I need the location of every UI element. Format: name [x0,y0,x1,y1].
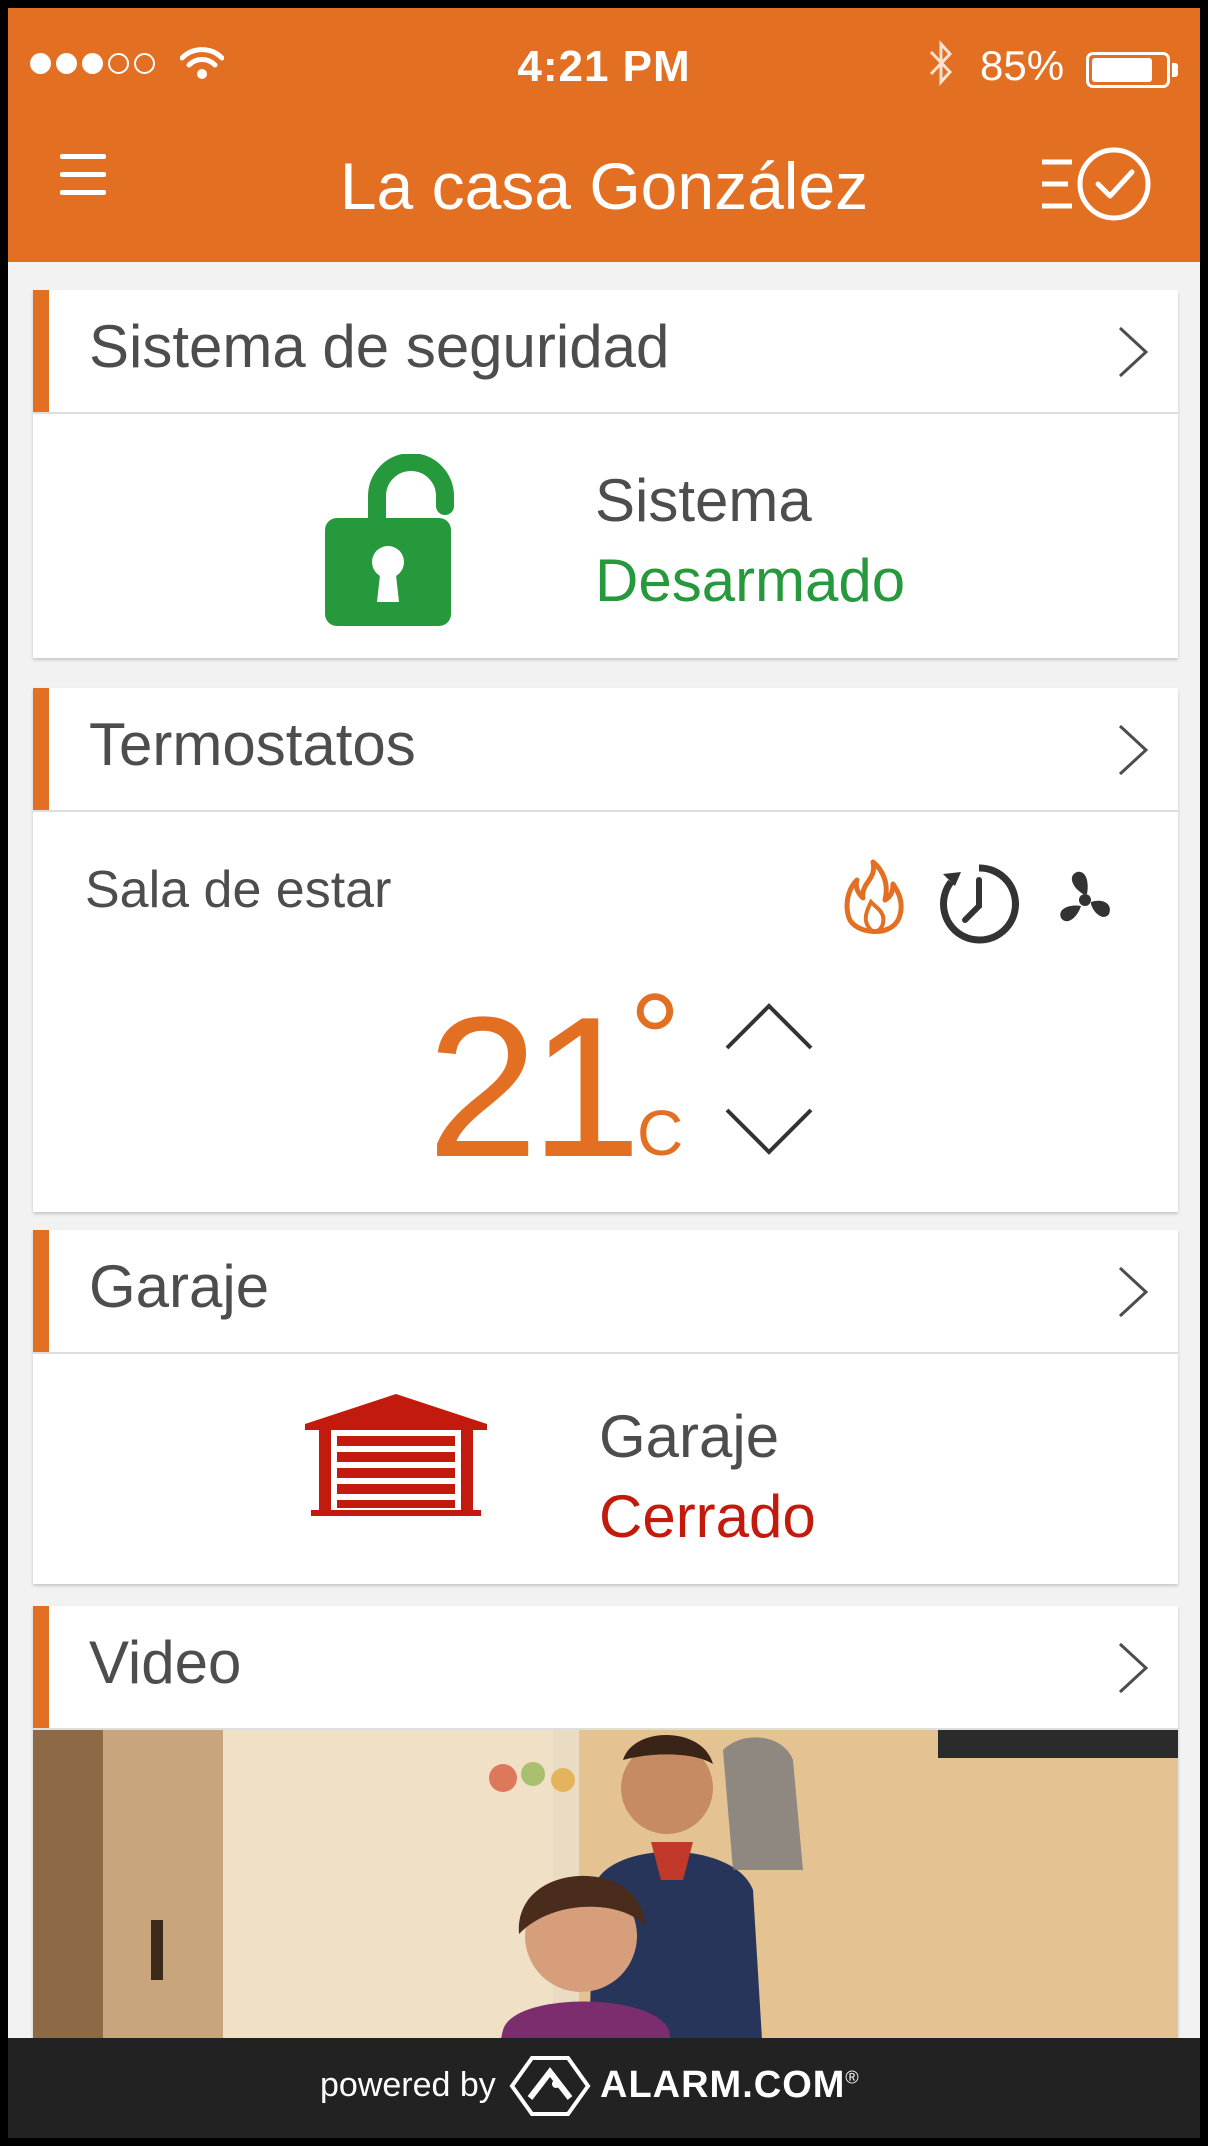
battery-tip [1172,63,1178,77]
thermostat-card-title: Termostatos [89,711,416,778]
temperature-up-arrow[interactable] [723,1000,815,1052]
garage-card-header[interactable]: Garaje [33,1230,1178,1354]
trademark: ® [845,2067,860,2088]
thermostat-card: Termostatos Sala de estar 21 ° C [33,688,1178,1212]
unlocked-padlock-icon[interactable] [321,454,455,628]
video-card: Video [33,1606,1178,2056]
battery-percent: 85% [980,42,1065,89]
security-system-label: Sistema [595,467,812,534]
list-check-icon[interactable] [1038,142,1158,226]
bluetooth-icon [929,40,953,86]
schedule-clock-icon[interactable] [939,864,1019,944]
page-title: La casa González [339,149,869,223]
video-feed-thumbnail[interactable] [33,1730,1178,2056]
garage-card: Garaje Garaje Cerrado [33,1230,1178,1584]
garage-label: Garaje [599,1403,780,1470]
flame-heat-icon[interactable] [841,858,905,942]
battery-icon [1086,52,1170,88]
degree-symbol: ° [629,966,681,1112]
alarm-com-logo-icon [509,2056,591,2116]
temperature-unit: C [637,1097,684,1169]
security-status: Desarmado [595,547,906,614]
video-card-title: Video [89,1629,242,1696]
video-card-header[interactable]: Video [33,1606,1178,1730]
temperature-down-arrow[interactable] [723,1106,815,1158]
garage-card-title: Garaje [89,1253,270,1320]
security-card-title: Sistema de seguridad [89,313,670,380]
chevron-right-icon[interactable] [1116,324,1150,380]
powered-by-footer: powered by ALARM.COM® [8,2038,1200,2138]
thermostat-room-name: Sala de estar [85,861,392,919]
video-scene-image [33,1730,1178,2056]
garage-status: Cerrado [599,1483,816,1550]
brand-name: ALARM.COM [600,2064,846,2106]
alarm-com-brand: ALARM.COM® [600,2064,860,2107]
temperature-value: 21 [427,976,641,1199]
thermostat-card-header[interactable]: Termostatos [33,688,1178,812]
garage-door-icon[interactable] [303,1390,489,1518]
app-bar: 4:21 PM 85% La casa González [8,8,1200,262]
security-card: Sistema de seguridad Sistema Desarmado [33,290,1178,658]
chevron-right-icon[interactable] [1116,1264,1150,1320]
security-card-header[interactable]: Sistema de seguridad [33,290,1178,414]
phone-screen: 4:21 PM 85% La casa González Sistema de … [8,8,1200,2138]
battery-fill [1092,58,1153,82]
chevron-right-icon[interactable] [1116,1640,1150,1696]
status-bar: 4:21 PM 85% [8,8,1200,118]
chevron-right-icon[interactable] [1116,722,1150,778]
fan-icon[interactable] [1053,868,1117,932]
powered-by-text: powered by [320,2066,496,2104]
